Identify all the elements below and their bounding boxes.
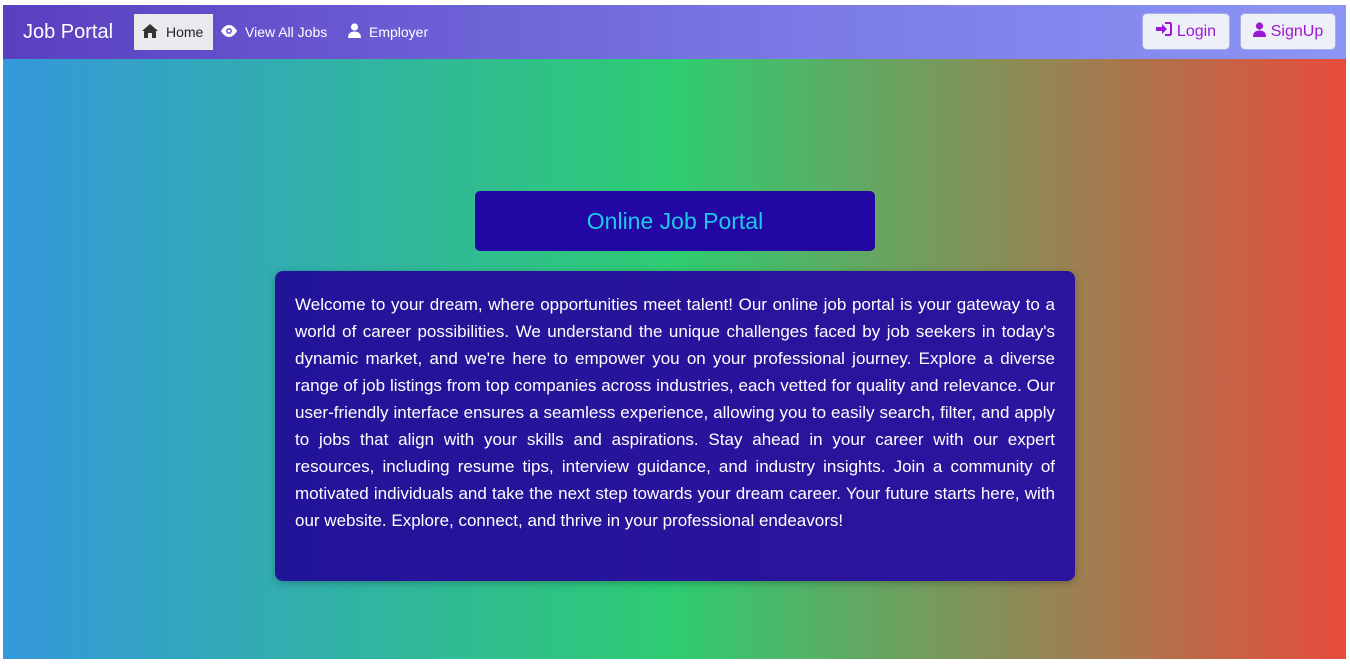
home-icon <box>142 23 166 41</box>
hero-title: Online Job Portal <box>586 207 764 234</box>
hero-description: Welcome to your dream, where opportuniti… <box>295 295 1055 530</box>
nav-view-all-jobs[interactable]: View All Jobs <box>213 14 335 50</box>
nav-view-all-jobs-label: View All Jobs <box>245 24 328 40</box>
eye-icon <box>221 24 245 40</box>
user-icon <box>1252 21 1271 42</box>
page-background: Job Portal Home View All Jobs Employer L… <box>3 5 1346 659</box>
nav-home-label: Home <box>166 24 204 40</box>
sign-in-icon <box>1155 22 1177 41</box>
nav-home[interactable]: Home <box>134 14 213 50</box>
nav-employer[interactable]: Employer <box>340 14 436 50</box>
signup-button[interactable]: SignUp <box>1240 13 1336 50</box>
brand-logo[interactable]: Job Portal <box>23 20 113 44</box>
login-button[interactable]: Login <box>1142 13 1230 50</box>
nav-employer-label: Employer <box>369 24 429 40</box>
hero-title-box: Online Job Portal <box>475 191 875 251</box>
signup-label: SignUp <box>1270 22 1324 40</box>
navbar: Job Portal Home View All Jobs Employer L… <box>3 5 1346 59</box>
hero-description-card: Welcome to your dream, where opportuniti… <box>275 271 1075 581</box>
user-icon <box>348 23 369 41</box>
login-label: Login <box>1176 22 1217 40</box>
